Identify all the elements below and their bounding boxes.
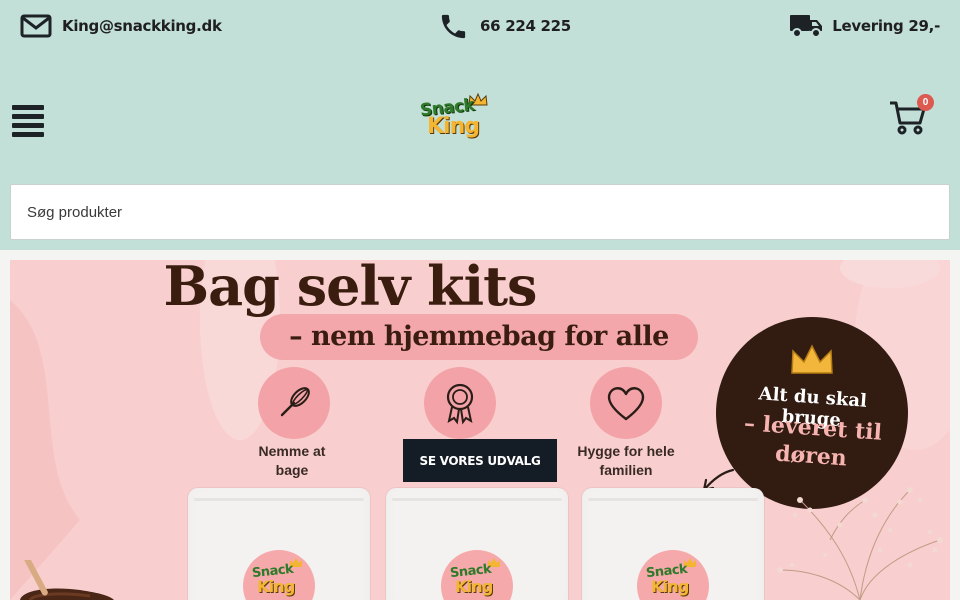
truck-icon [790,15,823,38]
hamburger-menu-button[interactable] [12,104,44,138]
flowers-image [777,487,943,600]
feature-circle-family [590,367,662,439]
hero-banner[interactable]: Bag selv kits – nem hjemmebag for alle N… [10,260,950,600]
product-pouch: Snack King [188,488,370,600]
feature-label-line: Nemme at [258,443,326,459]
award-icon [446,383,474,425]
pouch-logo-word-2: King [455,577,493,596]
menu-bar-icon [12,123,44,128]
email-link[interactable]: King@snackking.dk [20,10,222,42]
whisk-icon [280,387,310,417]
site-header: King@snackking.dk 66 224 225 Levering 29… [0,0,960,250]
product-pouch: Snack King [386,488,568,600]
hero-title: Bag selv kits [163,260,538,318]
envelope-icon [20,14,52,38]
feature-label-line: familien [599,462,653,478]
feature-label-line: Hygge for hele [577,443,675,459]
feature-circle-quality [424,367,496,439]
logo-word-king: King [427,114,480,139]
menu-bar-icon [12,105,44,110]
search-input[interactable] [11,185,949,239]
pouch-logo-word-2: King [651,577,689,596]
menu-bar-icon [12,114,44,119]
see-selection-button[interactable]: SE VORES UDVALG [403,439,557,482]
crown-icon [791,344,833,374]
phone-link[interactable]: 66 224 225 [438,10,571,42]
phone-icon [441,14,466,38]
delivery-link[interactable]: Levering 29,- [790,10,940,42]
phone-text: 66 224 225 [480,17,571,35]
feature-label-family: Hygge for hele familien [561,442,691,480]
pouch-logo: Snack King [441,550,513,600]
heart-icon [607,387,645,421]
product-pouch: Snack King [582,488,764,600]
feature-label-easy: Nemme at bage [227,442,357,480]
feature-label-line: bage [275,462,309,478]
cart-count-badge: 0 [917,94,934,111]
email-text: King@snackking.dk [62,17,222,35]
cart-button[interactable]: 0 [888,94,934,138]
pouch-logo: Snack King [637,550,709,600]
search-bar [10,184,950,240]
badge-line-2-wrap: – leveret til døren [724,408,899,476]
pouch-logo: Snack King [243,550,315,600]
pouch-logo-word-2: King [257,577,295,596]
delivery-text: Levering 29,- [832,17,940,35]
menu-bar-icon [12,132,44,137]
hero-subtitle: – nem hjemmebag for alle [289,321,669,352]
site-logo[interactable]: Snack King [418,93,490,149]
chocolate-bowl-image [20,560,114,600]
feature-circle-easy [258,367,330,439]
